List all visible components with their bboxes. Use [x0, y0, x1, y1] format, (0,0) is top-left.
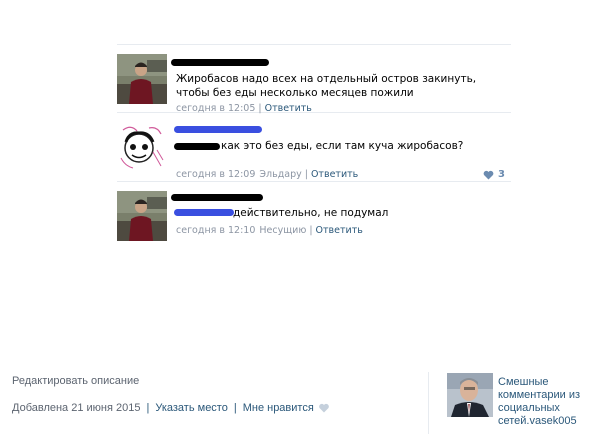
reply-link[interactable]: Ответить — [311, 169, 358, 180]
photo-actions: Добавлена 21 июня 2015 | Указать место |… — [12, 402, 330, 414]
like-counter[interactable]: 3 — [483, 169, 505, 180]
reply-target: Эльдару — [259, 169, 302, 180]
separator: | — [146, 402, 150, 414]
redacted-name — [174, 126, 262, 133]
like-count: 3 — [498, 169, 505, 180]
heart-icon[interactable] — [318, 403, 330, 413]
author-name-link[interactable]: Смешные комментарии из социальных сетей.… — [498, 376, 598, 428]
like-button[interactable]: Мне нравится — [243, 402, 314, 414]
comment-time: сегодня в 12:10 — [176, 225, 256, 236]
redacted-mention — [174, 143, 220, 150]
heart-icon — [483, 170, 494, 180]
reply-link[interactable]: Ответить — [316, 225, 363, 236]
comments-thread: Жиробасов надо всех на отдельный остров … — [117, 44, 511, 251]
comment-item: как это без еды, если там куча жиробасов… — [117, 113, 511, 182]
redacted-name — [171, 59, 269, 66]
comment-item: действительно, не подумал сегодня в 12:1… — [117, 182, 511, 251]
commenter-avatar[interactable] — [117, 191, 167, 241]
added-date: Добавлена 21 июня 2015 — [12, 402, 141, 414]
comment-meta: сегодня в 12:10 Несущию | Ответить — [176, 225, 363, 236]
separator: | — [233, 402, 237, 414]
redacted-name — [171, 194, 263, 201]
column-divider — [428, 372, 429, 434]
tag-place-link[interactable]: Указать место — [155, 402, 228, 414]
commenter-avatar[interactable] — [117, 122, 167, 172]
edit-description-link[interactable]: Редактировать описание — [12, 375, 330, 387]
comment-text: действительно, не подумал — [233, 207, 389, 219]
comment-item: Жиробасов надо всех на отдельный остров … — [117, 44, 511, 114]
author-avatar[interactable] — [447, 373, 493, 417]
commenter-avatar[interactable] — [117, 54, 167, 104]
comment-meta: сегодня в 12:09 Эльдару | Ответить — [176, 169, 359, 180]
comment-text: как это без еды, если там куча жиробасов… — [221, 140, 464, 152]
comment-text: Жиробасов надо всех на отдельный остров … — [176, 73, 477, 99]
comment-time: сегодня в 12:09 — [176, 169, 256, 180]
reply-target: Несущию — [259, 225, 307, 236]
redacted-mention — [174, 209, 234, 216]
photo-info: Редактировать описание Добавлена 21 июня… — [12, 375, 330, 414]
